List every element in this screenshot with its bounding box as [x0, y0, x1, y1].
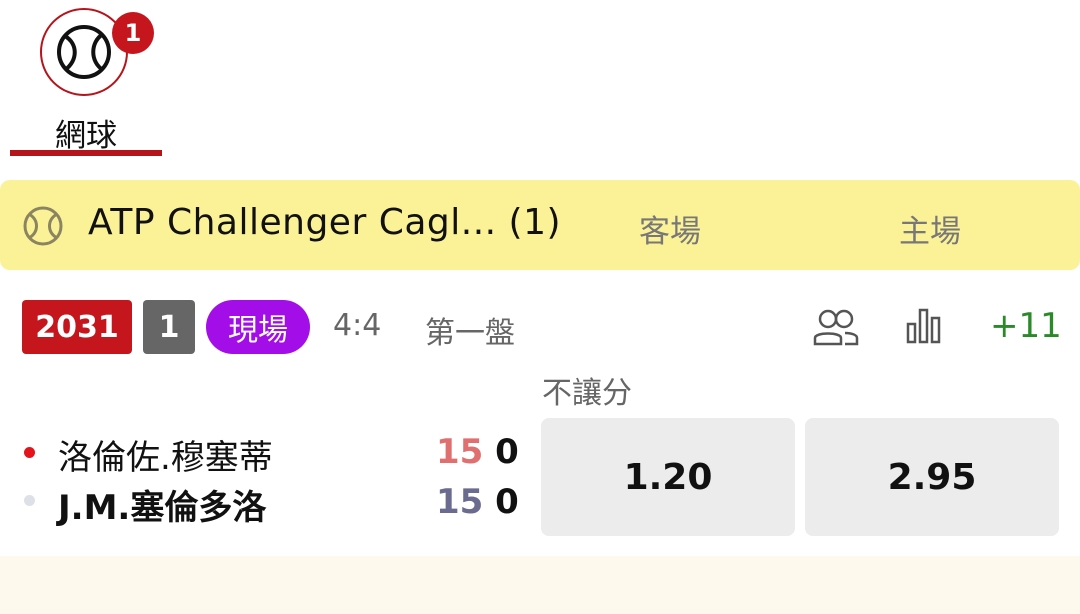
active-tab-indicator: [10, 150, 162, 156]
sport-tab-tennis[interactable]: 1 網球: [10, 6, 162, 158]
player-2-points: 15: [436, 482, 484, 522]
sport-count-badge: 1: [112, 12, 154, 54]
player-name-1: 洛倫佐.穆塞蒂: [58, 438, 273, 478]
player-1-points: 15: [436, 432, 484, 472]
match-id-badge: 2031: [22, 300, 132, 354]
odds-button-home[interactable]: 2.95: [805, 418, 1059, 536]
player-1-games: 0: [495, 432, 519, 472]
more-markets-link[interactable]: +11: [990, 306, 1062, 346]
sport-tab-label: 網球: [55, 118, 117, 154]
serve-indicator-inactive: [24, 495, 35, 506]
tennis-ball-icon: [23, 206, 63, 246]
odds-button-away[interactable]: 1.20: [541, 418, 795, 536]
players-icon[interactable]: [812, 306, 860, 348]
current-set: 第一盤: [425, 316, 515, 351]
set-score: 4:4: [333, 308, 382, 343]
market-label: 不讓分: [542, 376, 632, 411]
player-2-games: 0: [495, 482, 519, 522]
bar-chart-icon[interactable]: [906, 308, 942, 344]
next-section-background: [0, 556, 1080, 614]
live-badge: 現場: [206, 300, 310, 354]
league-title: ATP Challenger Cagl... (1): [88, 202, 562, 243]
tennis-ball-icon: [57, 25, 111, 79]
column-header-home: 主場: [899, 214, 961, 250]
player-name-2: J.M.塞倫多洛: [58, 488, 267, 528]
serve-indicator: [24, 447, 35, 458]
match-number-badge: 1: [143, 300, 195, 354]
league-header[interactable]: ATP Challenger Cagl... (1) 客場 主場: [0, 180, 1080, 270]
column-header-away: 客場: [639, 214, 701, 250]
